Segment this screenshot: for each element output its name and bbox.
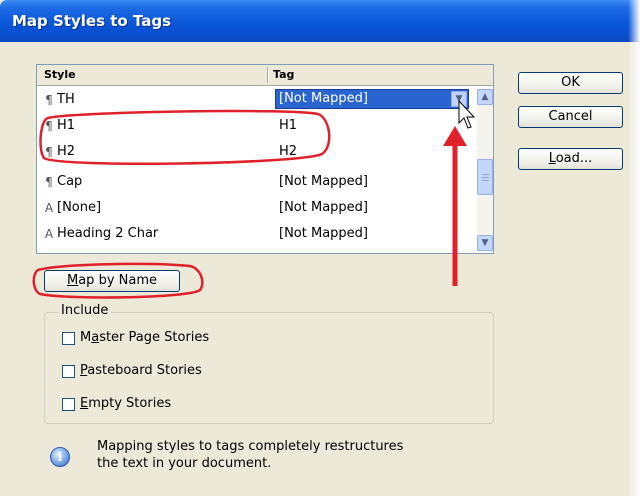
grip-line	[482, 177, 489, 178]
style-name: Cap	[57, 174, 83, 189]
paragraph-style-icon: ¶	[45, 93, 53, 107]
ok-button[interactable]: OK	[518, 72, 623, 94]
pasteboard-stories-checkbox[interactable]	[62, 365, 75, 378]
column-divider[interactable]	[267, 67, 269, 83]
tag-name: [Not Mapped]	[279, 226, 368, 241]
style-name: Heading 2 Char	[57, 226, 159, 241]
character-style-icon: A	[44, 201, 54, 215]
empty-stories-label[interactable]: Empty Stories	[80, 396, 171, 411]
grip-line	[482, 174, 489, 175]
scroll-down-icon[interactable]: ▼	[477, 235, 493, 251]
list-row[interactable]: ¶ H1 H1	[37, 113, 473, 139]
style-name: [None]	[57, 200, 102, 215]
label-part: M	[80, 330, 92, 345]
pasteboard-stories-label[interactable]: Pasteboard Stories	[80, 363, 202, 378]
tag-name: H1	[279, 118, 298, 133]
label-part: ster Page Stories	[99, 330, 210, 345]
map-mnemonic: M	[67, 273, 79, 288]
edge-fade	[628, 0, 640, 496]
tag-dropdown[interactable]: [Not Mapped] ▼	[275, 89, 469, 109]
tag-dropdown-value: [Not Mapped]	[279, 91, 368, 106]
title-bar: Map Styles to Tags	[0, 0, 640, 42]
load-mnemonic: L	[548, 151, 556, 166]
load-label: oad...	[555, 151, 593, 166]
info-icon: i	[50, 447, 70, 467]
tag-name: [Not Mapped]	[279, 200, 368, 215]
label-mnemonic: a	[91, 330, 100, 345]
list-row[interactable]: ¶ TH [Not Mapped] ▼	[37, 87, 473, 113]
paragraph-style-icon: ¶	[45, 119, 53, 133]
label-part: mpty Stories	[88, 396, 172, 411]
style-tag-list[interactable]: Style Tag ¶ TH [Not Mapped] ▼ ¶ H1 H1 ¶ …	[36, 64, 494, 254]
load-button[interactable]: Load...	[518, 148, 623, 170]
vertical-scrollbar[interactable]: ▲ ▼	[477, 89, 493, 251]
label-part: asteboard Stories	[87, 363, 202, 378]
list-header: Style Tag	[37, 65, 493, 86]
empty-stories-checkbox[interactable]	[62, 398, 75, 411]
scrollbar-thumb[interactable]	[477, 159, 493, 195]
paragraph-style-icon: ¶	[45, 175, 53, 189]
master-page-stories-checkbox[interactable]	[62, 332, 75, 345]
map-styles-dialog: Map Styles to Tags Style Tag ¶ TH [Not M…	[0, 0, 640, 496]
tag-name: [Not Mapped]	[279, 174, 368, 189]
style-name: H1	[57, 118, 76, 133]
info-message: Mapping styles to tags completely restru…	[97, 438, 477, 472]
include-label: Include	[58, 303, 112, 318]
info-line: Mapping styles to tags completely restru…	[97, 439, 404, 454]
style-column-header[interactable]: Style	[44, 65, 76, 85]
label-mnemonic: E	[80, 396, 89, 411]
info-line: the text in your document.	[97, 456, 272, 471]
paragraph-style-icon: ¶	[45, 145, 53, 159]
style-name: TH	[57, 92, 75, 107]
tag-column-header[interactable]: Tag	[273, 65, 294, 85]
list-row[interactable]: ¶ Cap [Not Mapped]	[37, 169, 473, 195]
map-label: ap by Name	[78, 273, 157, 288]
list-row[interactable]: ¶ H2 H2	[37, 139, 473, 165]
scroll-up-icon[interactable]: ▲	[477, 89, 493, 105]
chevron-down-icon[interactable]: ▼	[451, 91, 467, 107]
map-by-name-button[interactable]: Map by Name	[44, 270, 180, 292]
character-style-icon: A	[44, 227, 54, 241]
cancel-button[interactable]: Cancel	[518, 106, 623, 128]
master-page-stories-label[interactable]: Master Page Stories	[80, 330, 209, 345]
tag-name: H2	[279, 144, 298, 159]
grip-line	[482, 180, 489, 181]
dialog-title: Map Styles to Tags	[12, 12, 172, 30]
list-row[interactable]: A [None] [Not Mapped]	[37, 195, 473, 221]
style-name: H2	[57, 144, 76, 159]
list-row[interactable]: A Heading 2 Char [Not Mapped]	[37, 221, 473, 247]
